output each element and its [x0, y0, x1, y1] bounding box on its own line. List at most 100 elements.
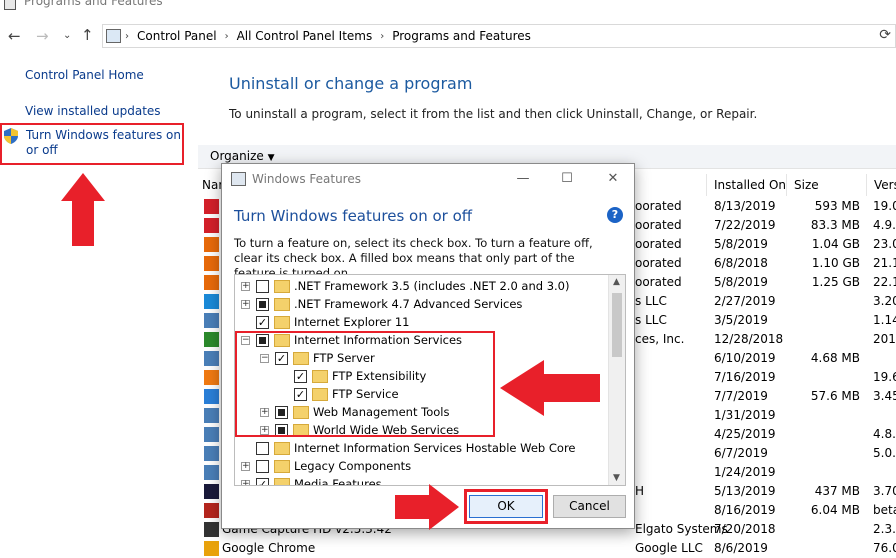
programs-and-features-window: Programs and Features ← → ⌄ ↑ › Control … [0, 0, 896, 558]
program-size: 57.6 MB [810, 389, 860, 403]
program-publisher: s LLC [635, 294, 667, 308]
page-description: To uninstall a program, select it from t… [229, 107, 758, 121]
minimize-button[interactable]: — [508, 169, 538, 189]
program-installed-on: 7/20/2018 [714, 522, 776, 536]
program-version: 19.0 [873, 199, 896, 213]
scroll-thumb[interactable] [612, 293, 622, 357]
breadcrumb-separator: › [224, 30, 229, 42]
chevron-down-icon[interactable]: ⌄ [63, 26, 71, 46]
feature-row[interactable]: + .NET Framework 3.5 (includes .NET 2.0 a… [235, 277, 609, 295]
windows-features-link[interactable]: Turn Windows features on or off [26, 128, 184, 158]
feature-row[interactable]: + .NET Framework 4.7 Advanced Services [235, 295, 609, 313]
program-installed-on: 1/24/2019 [714, 465, 776, 479]
dialog-titlebar: Windows Features — ☐ ✕ [222, 164, 634, 194]
program-size: 1.25 GB [811, 275, 860, 289]
help-icon[interactable]: ? [607, 207, 623, 223]
program-icon [204, 370, 219, 385]
expand-icon[interactable]: + [241, 462, 250, 471]
folder-icon [274, 460, 290, 473]
feature-label: Internet Information Services Hostable W… [294, 441, 576, 455]
program-installed-on: 1/31/2019 [714, 408, 776, 422]
cancel-button[interactable]: Cancel [553, 495, 626, 518]
feature-row[interactable]: Internet Information Services Hostable W… [235, 439, 609, 457]
program-icon [204, 218, 219, 233]
organize-menu[interactable]: Organize ▼ [210, 149, 275, 163]
close-button[interactable]: ✕ [598, 169, 628, 189]
address-bar[interactable]: › Control Panel › All Control Panel Item… [102, 24, 896, 48]
program-row[interactable]: Google Chrome Google LLC 8/6/2019 76.0 [198, 539, 896, 558]
dialog-title: Windows Features [252, 172, 361, 186]
windows-features-icon [231, 172, 246, 186]
feature-label: Media Features [294, 477, 382, 486]
feature-checkbox[interactable] [256, 298, 269, 311]
shield-icon [4, 128, 18, 144]
program-icon [204, 199, 219, 214]
program-version: 2.3.3 [873, 522, 896, 536]
column-separator [706, 174, 707, 196]
dialog-heading: Turn Windows features on or off [234, 207, 473, 225]
view-installed-updates-link[interactable]: View installed updates [25, 104, 161, 118]
back-arrow-icon[interactable]: ← [8, 26, 21, 46]
breadcrumb-separator: › [125, 30, 129, 42]
program-version: 2017 [873, 332, 896, 346]
feature-checkbox[interactable] [256, 460, 269, 473]
tree-scrollbar[interactable]: ▲ ▼ [608, 275, 625, 485]
forward-arrow-icon[interactable]: → [36, 26, 49, 46]
program-installed-on: 3/5/2019 [714, 313, 768, 327]
column-separator [786, 174, 787, 196]
program-version: 22.1 [873, 275, 896, 289]
program-version: 76.0 [873, 541, 896, 555]
program-icon [204, 484, 219, 499]
program-size: 593 MB [814, 199, 860, 213]
program-icon [204, 294, 219, 309]
windows-features-link-highlight[interactable]: Turn Windows features on or off [0, 123, 184, 165]
expand-icon[interactable]: + [241, 300, 250, 309]
program-icon [204, 275, 219, 290]
breadcrumb: › Control Panel › All Control Panel Item… [125, 25, 531, 47]
program-size: 4.68 MB [810, 351, 860, 365]
program-icon [204, 522, 219, 537]
program-version: 3.45 [873, 389, 896, 403]
program-size: 1.10 GB [811, 256, 860, 270]
maximize-button[interactable]: ☐ [552, 169, 582, 189]
refresh-icon[interactable]: ⟳ [879, 27, 891, 43]
program-installed-on: 4/25/2019 [714, 427, 776, 441]
scroll-up-icon[interactable]: ▲ [613, 277, 620, 287]
windows-features-dialog: Windows Features — ☐ ✕ Turn Windows feat… [221, 163, 635, 529]
program-icon [204, 446, 219, 461]
program-version: 3.70 [873, 484, 896, 498]
program-icon [204, 313, 219, 328]
scroll-down-icon[interactable]: ▼ [613, 473, 620, 483]
column-separator [866, 174, 867, 196]
program-size: 437 MB [814, 484, 860, 498]
feature-row[interactable]: ✓ Internet Explorer 11 [235, 313, 609, 331]
program-icon [204, 237, 219, 252]
feature-checkbox[interactable]: ✓ [256, 478, 269, 485]
column-version[interactable]: Vers [874, 178, 896, 192]
feature-label: .NET Framework 4.7 Advanced Services [294, 297, 523, 311]
breadcrumb-control-panel[interactable]: Control Panel [137, 29, 217, 43]
expand-icon[interactable]: + [241, 282, 250, 291]
program-icon [204, 541, 219, 556]
breadcrumb-all-items[interactable]: All Control Panel Items [237, 29, 373, 43]
feature-checkbox[interactable]: ✓ [256, 316, 269, 329]
page-title: Uninstall or change a program [229, 74, 473, 93]
control-panel-home-link[interactable]: Control Panel Home [25, 68, 144, 82]
program-icon [204, 503, 219, 518]
expand-icon[interactable]: + [241, 480, 250, 485]
control-panel-icon [106, 29, 121, 43]
program-version: 4.8.6 [873, 427, 896, 441]
up-arrow-icon[interactable]: ↑ [81, 25, 94, 45]
program-publisher: Google LLC [635, 541, 703, 555]
ok-button[interactable]: OK [469, 495, 543, 518]
feature-checkbox[interactable] [256, 280, 269, 293]
column-size[interactable]: Size [794, 178, 819, 192]
feature-checkbox[interactable] [256, 442, 269, 455]
program-publisher: oorated [635, 199, 682, 213]
column-installed-on[interactable]: Installed On [714, 178, 786, 192]
window-title: Programs and Features [24, 0, 163, 8]
feature-row[interactable]: + Legacy Components [235, 457, 609, 475]
folder-icon [274, 298, 290, 311]
program-installed-on: 7/16/2019 [714, 370, 776, 384]
breadcrumb-programs-features[interactable]: Programs and Features [392, 29, 531, 43]
